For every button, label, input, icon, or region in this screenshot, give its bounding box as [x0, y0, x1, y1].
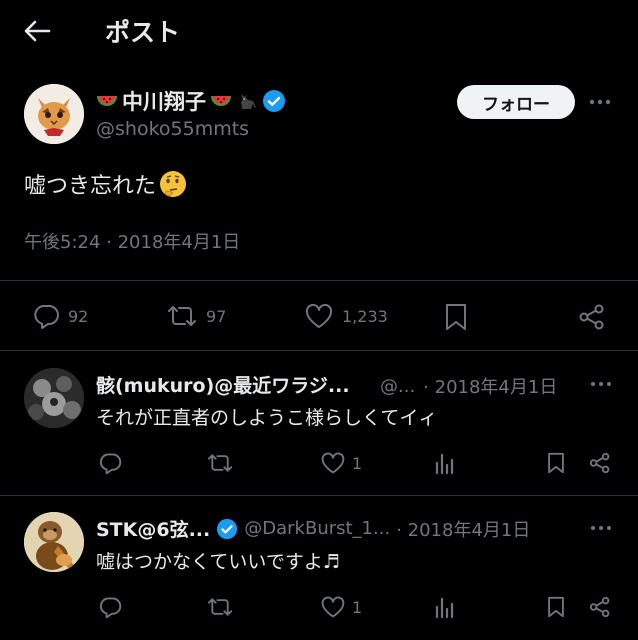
- analytics-icon[interactable]: [434, 451, 456, 475]
- reply-count: 92: [68, 306, 89, 326]
- reply-author-name[interactable]: STK@6弦...: [96, 515, 210, 542]
- more-options-icon[interactable]: [590, 520, 612, 536]
- post-timestamp[interactable]: 午後5:24 · 2018年4月1日: [24, 228, 240, 254]
- follow-button[interactable]: フォロー: [457, 85, 575, 119]
- author-name[interactable]: 中川翔子: [122, 86, 206, 116]
- divider: [0, 495, 638, 496]
- reply-date[interactable]: · 2018年4月1日: [423, 373, 557, 399]
- bookmark-icon[interactable]: [546, 594, 566, 620]
- back-arrow-icon[interactable]: [22, 16, 52, 46]
- repost-stat[interactable]: 97: [166, 302, 226, 330]
- heart-icon: [320, 595, 346, 619]
- divider: [0, 280, 638, 281]
- share-icon[interactable]: [577, 302, 607, 332]
- verified-badge-icon: [262, 89, 286, 113]
- black-cat-icon: [236, 90, 258, 112]
- reply-icon: [32, 302, 60, 330]
- repost-count: 97: [206, 306, 227, 326]
- bookmark-icon[interactable]: [443, 302, 469, 332]
- repost-icon[interactable]: [206, 595, 234, 619]
- reply-text: 嘘はつかなくていいですよ♬: [96, 551, 340, 573]
- repost-icon[interactable]: [206, 451, 234, 475]
- like-count: 1,233: [342, 306, 388, 326]
- reply-date[interactable]: · 2018年4月1日: [396, 516, 530, 542]
- watermelon-icon: [210, 94, 232, 108]
- heart-icon: [320, 451, 346, 475]
- repost-icon: [166, 302, 198, 330]
- reply-meta: @... · 2018年4月1日: [380, 373, 557, 399]
- avatar[interactable]: [24, 512, 84, 572]
- reply-stat[interactable]: 92: [32, 302, 88, 330]
- reply-author-handle[interactable]: @...: [380, 376, 415, 397]
- avatar[interactable]: [24, 368, 84, 428]
- like-stat[interactable]: 1,233: [304, 302, 388, 330]
- post-text: 嘘つき忘れた: [24, 168, 188, 200]
- author-name-row: 中川翔子: [96, 86, 286, 116]
- reply-icon[interactable]: [98, 451, 122, 475]
- share-icon[interactable]: [588, 595, 612, 619]
- bookmark-icon[interactable]: [546, 450, 566, 476]
- avatar[interactable]: [24, 84, 84, 144]
- reply-author-handle[interactable]: @DarkBurst_1...: [244, 518, 390, 539]
- like-count: 1: [352, 453, 363, 473]
- like-count: 1: [352, 597, 363, 617]
- watermelon-icon: [96, 94, 118, 108]
- reply-icon[interactable]: [98, 595, 122, 619]
- thinking-face-emoji-icon: [158, 169, 188, 199]
- like-button[interactable]: 1: [320, 451, 362, 475]
- reply-header: STK@6弦... @DarkBurst_1... · 2018年4月1日: [96, 515, 530, 542]
- reply-text: それが正直者のしようこ様らしくてイィ: [96, 407, 438, 429]
- more-options-icon[interactable]: [590, 376, 612, 392]
- post-text-content: 嘘つき忘れた: [24, 174, 157, 199]
- reply-author-name[interactable]: 骸(mukuro)@最近ワラジ...: [96, 371, 350, 398]
- more-options-icon[interactable]: [588, 92, 612, 112]
- page-title: ポスト: [105, 18, 181, 47]
- divider: [0, 350, 638, 351]
- analytics-icon[interactable]: [434, 595, 456, 619]
- verified-badge-icon: [216, 518, 238, 540]
- like-button[interactable]: 1: [320, 595, 362, 619]
- author-handle[interactable]: @shoko55mmts: [96, 118, 249, 140]
- reply-header: 骸(mukuro)@最近ワラジ...: [96, 371, 350, 398]
- share-icon[interactable]: [588, 451, 612, 475]
- heart-icon: [304, 302, 334, 330]
